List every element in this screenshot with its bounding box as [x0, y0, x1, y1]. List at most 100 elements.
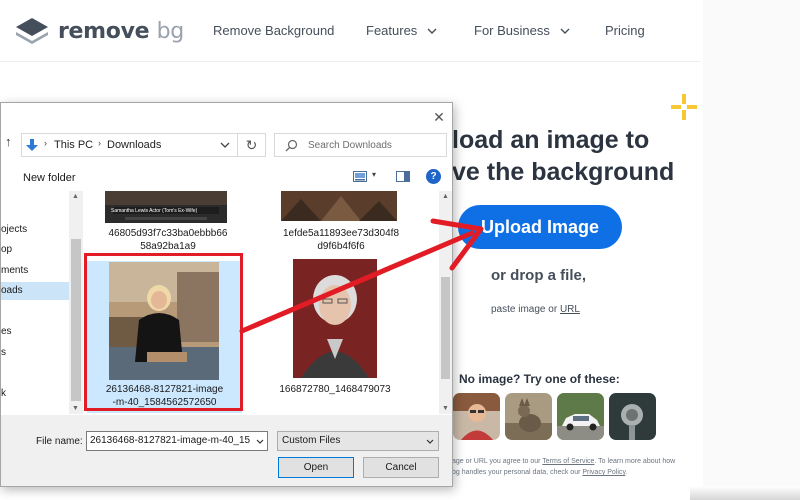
scroll-down-icon[interactable]: ▼ — [442, 405, 449, 412]
address-bar[interactable]: › This PC › Downloads — [21, 133, 238, 157]
file-caption-1: 46805d93f7c33ba0ebbb66 58a92ba1a9 — [101, 227, 235, 253]
navigation-pane-scrollbar[interactable]: ▲ ▼ — [69, 191, 83, 414]
sample-image-car[interactable] — [557, 393, 604, 440]
sample-image-animal[interactable] — [505, 393, 552, 440]
help-icon[interactable]: ? — [426, 169, 441, 184]
file-caption-4: 166872780_1468479073 — [279, 384, 391, 395]
up-folder-button[interactable]: ↑ — [5, 134, 19, 154]
search-placeholder: Search Downloads — [308, 140, 392, 151]
sparkle-icon — [671, 94, 697, 120]
file-list-scroll-thumb[interactable] — [441, 277, 450, 379]
sample-person-icon — [453, 393, 500, 440]
file-open-dialog: ✕ ↑ › This PC › Downloads ↻ Search Downl… — [0, 102, 453, 487]
file-name-input[interactable]: 26136468-8127821-image-m-40_15 — [86, 431, 268, 451]
nav-item-local-disk[interactable] — [1, 364, 69, 382]
privacy-policy-link[interactable]: Privacy Policy — [582, 469, 625, 476]
arrow-up-icon: ↑ — [5, 134, 12, 149]
file-thumbnail-2 — [281, 191, 397, 221]
legal-line-1: age or URL you agree to our Terms of Ser… — [452, 456, 702, 467]
scroll-up-icon[interactable]: ▲ — [72, 193, 79, 200]
nav-item-documents[interactable]: ments — [1, 262, 69, 280]
file-caption-2-line1: 1efde5a11893ee73d304f8 — [282, 228, 400, 239]
search-downloads-input[interactable]: Search Downloads — [274, 133, 447, 157]
logo-text: remove bg — [58, 19, 184, 44]
file-thumbnail-1-text: Samantha Lewis Actor (Tom's Ex-Wife) — [111, 208, 198, 214]
nav-item-desktop[interactable]: op — [1, 241, 69, 259]
terms-of-service-link[interactable]: Terms of Service — [542, 458, 594, 465]
logo-word-bg: bg — [156, 18, 185, 44]
highlight-frame — [84, 253, 243, 411]
chevron-down-icon — [560, 28, 570, 34]
nav-features[interactable]: Features — [366, 23, 437, 38]
legal-line-2: bg handles your personal data, check our… — [452, 467, 702, 478]
dialog-bottom-bar: File name: 26136468-8127821-image-m-40_1… — [1, 415, 452, 486]
dialog-toolbar: New folder ▾ ? — [1, 163, 452, 191]
scroll-up-icon[interactable]: ▲ — [442, 193, 449, 200]
sample-animal-icon — [505, 393, 552, 440]
breadcrumb-separator-icon: › — [44, 138, 47, 148]
breadcrumb-separator-icon: › — [98, 138, 101, 148]
drop-file-text: or drop a file, — [491, 267, 587, 284]
nav-remove-background[interactable]: Remove Background — [213, 23, 334, 38]
nav-features-label: Features — [366, 23, 418, 38]
page-bottom-shadow — [690, 486, 800, 500]
logo-link[interactable]: remove bg — [14, 15, 184, 47]
file-item-4[interactable]: 166872780_1468479073 — [273, 259, 413, 399]
chevron-down-icon[interactable] — [220, 140, 230, 150]
legal-line-1-prefix: age or URL you agree to our — [452, 458, 541, 465]
logo-icon — [16, 18, 48, 44]
cancel-button[interactable]: Cancel — [363, 457, 439, 478]
file-caption-1-line1: 46805d93f7c33ba0ebbb66 — [108, 228, 228, 239]
navigation-pane: ojects op ments oads es s k — [1, 191, 69, 414]
logo-word-remove: remove — [58, 18, 150, 44]
nav-item-music[interactable] — [1, 303, 69, 321]
file-type-select[interactable]: Custom Files — [277, 431, 439, 451]
nav-pricing[interactable]: Pricing — [605, 23, 645, 38]
sample-object-icon — [609, 393, 656, 440]
paste-prefix: paste image or — [491, 304, 558, 315]
refresh-icon: ↻ — [245, 137, 258, 153]
nav-item-downloads[interactable]: oads — [1, 282, 69, 300]
chevron-down-icon[interactable] — [426, 438, 434, 446]
view-dropdown-icon[interactable]: ▾ — [372, 170, 376, 179]
downloads-folder-icon — [26, 139, 38, 151]
nav-item-network[interactable]: k — [1, 385, 69, 403]
open-button[interactable]: Open — [278, 457, 354, 478]
file-name-label: File name: — [36, 436, 83, 447]
file-list-scrollbar[interactable]: ▲ ▼ — [439, 191, 452, 414]
legal-line-2-prefix: bg handles your personal data, check our — [452, 469, 581, 476]
scroll-down-icon[interactable]: ▼ — [72, 405, 79, 412]
chevron-down-icon[interactable] — [256, 438, 264, 446]
nav-pricing-label: Pricing — [605, 23, 645, 38]
legal-line-2-suffix: . — [625, 469, 628, 476]
file-item-1[interactable]: Samantha Lewis Actor (Tom's Ex-Wife) 468… — [101, 191, 231, 261]
hero-title-line1: load an image to — [452, 126, 650, 154]
view-options-icon[interactable] — [353, 171, 367, 182]
file-caption-2-line2: d9f6b4f6f6 — [317, 241, 365, 252]
refresh-button[interactable]: ↻ — [238, 133, 266, 157]
close-icon: ✕ — [433, 109, 445, 125]
sample-image-object[interactable] — [609, 393, 656, 440]
file-caption-2: 1efde5a11893ee73d304f8 d9f6b4f6f6 — [273, 227, 409, 253]
legal-line-1-suffix: . To learn more about how — [594, 458, 676, 465]
preview-pane-icon[interactable] — [396, 171, 410, 182]
nav-item-3d-objects[interactable]: ojects — [1, 221, 69, 239]
site-header: remove bg Remove Background Features For… — [0, 0, 700, 62]
upload-image-button[interactable]: Upload Image — [458, 205, 622, 249]
file-item-2[interactable]: 1efde5a11893ee73d304f8 d9f6b4f6f6 — [273, 191, 413, 261]
new-folder-button[interactable]: New folder — [23, 172, 76, 184]
legal-text: age or URL you agree to our Terms of Ser… — [452, 456, 702, 478]
navigation-scroll-thumb[interactable] — [71, 239, 81, 401]
sample-image-person[interactable] — [453, 393, 500, 440]
paste-url-link[interactable]: URL — [560, 304, 580, 315]
breadcrumb-downloads[interactable]: Downloads — [107, 139, 161, 151]
dialog-close-button[interactable]: ✕ — [429, 107, 449, 127]
nav-for-business[interactable]: For Business — [474, 23, 570, 38]
try-samples-text: No image? Try one of these: — [459, 372, 620, 386]
nav-item-videos[interactable]: s — [1, 344, 69, 362]
nav-item-pictures[interactable]: es — [1, 323, 69, 341]
paste-image-text: paste image or URL — [491, 304, 580, 315]
sample-images — [453, 393, 656, 440]
chevron-down-icon — [427, 28, 437, 34]
breadcrumb-this-pc[interactable]: This PC — [54, 139, 93, 151]
